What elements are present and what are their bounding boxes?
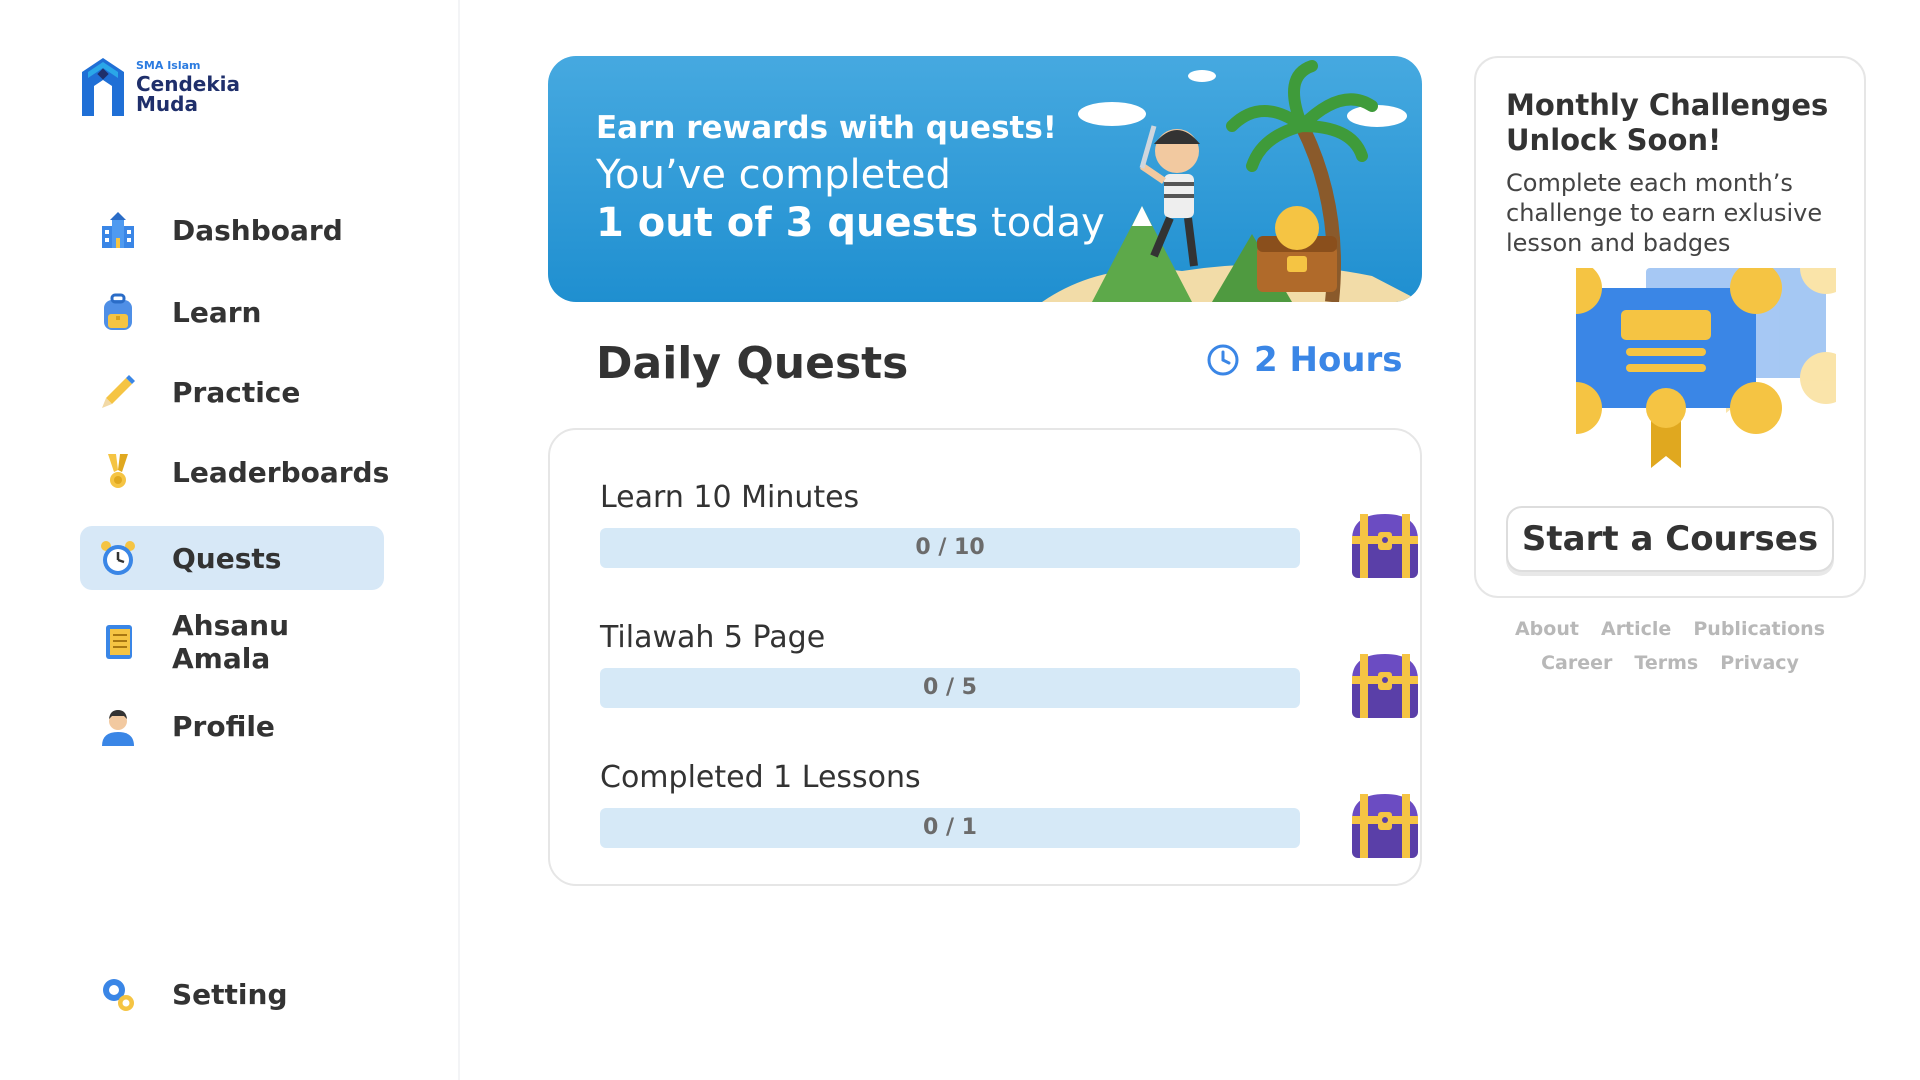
banner-progress-bold: 1 out of 3 quests — [596, 200, 979, 246]
gears-icon — [103, 979, 134, 1011]
alarm-clock-icon — [101, 541, 135, 575]
footer-link-terms[interactable]: Terms — [1634, 652, 1698, 674]
daily-quests-title: Daily Quests — [596, 338, 909, 389]
quest-title: Completed 1 Lessons — [600, 760, 921, 795]
monthly-description: Complete each month’s challenge to earn … — [1506, 169, 1823, 257]
quest-progress-count: 0 / 10 — [915, 535, 985, 560]
logo-icon — [82, 58, 124, 116]
sidebar-item-practice[interactable]: Practice — [80, 360, 384, 424]
footer-link-career[interactable]: Career — [1541, 652, 1612, 674]
footer-link-article[interactable]: Article — [1601, 618, 1671, 640]
sidebar-item-quests[interactable]: Quests — [80, 526, 384, 590]
user-avatar-icon — [102, 710, 134, 746]
sidebar-item-ahsanu-amala[interactable]: Ahsanu Amala — [80, 609, 384, 675]
sidebar-item-label: Profile — [172, 709, 275, 743]
footer-links: About Article Publications Career Terms … — [1474, 612, 1866, 680]
footer-link-privacy[interactable]: Privacy — [1720, 652, 1799, 674]
treasure-chest-icon[interactable] — [1340, 780, 1430, 870]
backpack-icon — [104, 293, 132, 330]
brand-logo[interactable]: SMA Islam Cendekia Muda — [78, 56, 240, 118]
brand-small-text: SMA Islam — [136, 59, 201, 72]
sidebar-item-label: Leaderboards — [172, 455, 390, 489]
sidebar-item-setting[interactable]: Setting — [80, 962, 384, 1026]
sidebar-item-label: Quests — [172, 541, 282, 575]
brand-name-line2: Muda — [136, 92, 198, 116]
sidebar-item-profile[interactable]: Profile — [80, 694, 384, 758]
treasure-chest-icon[interactable] — [1340, 640, 1430, 730]
sidebar-item-label: Setting — [172, 977, 288, 1011]
clock-icon — [1207, 344, 1239, 376]
banner-progress-text: 1 out of 3 quests today — [596, 200, 1105, 246]
start-courses-button[interactable]: Start a Courses — [1506, 506, 1834, 572]
certificate-icon — [1576, 268, 1836, 468]
banner-subheading: You’ve completed — [596, 152, 951, 198]
monthly-title: Monthly Challenges Unlock Soon! — [1506, 88, 1829, 157]
quest-item[interactable]: Tilawah 5 Page 0 / 5 — [600, 620, 1418, 730]
sidebar-item-label: Dashboard — [172, 213, 343, 247]
school-building-icon — [102, 212, 134, 248]
brand-name-line1: Cendekia — [136, 72, 241, 96]
pencil-icon — [102, 375, 135, 408]
sidebar-item-learn[interactable]: Learn — [80, 280, 384, 344]
quest-progress-bar: 0 / 10 — [600, 528, 1300, 568]
quest-progress-count: 0 / 5 — [923, 675, 977, 700]
quest-progress-bar: 0 / 5 — [600, 668, 1300, 708]
quests-banner: Earn rewards with quests! You’ve complet… — [548, 56, 1422, 302]
footer-link-about[interactable]: About — [1515, 618, 1579, 640]
quest-progress-count: 0 / 1 — [923, 815, 977, 840]
notebook-icon — [106, 625, 132, 659]
quests-card: Learn 10 Minutes 0 / 10 Tilawah 5 Page 0… — [548, 428, 1422, 886]
monthly-challenges-card: Monthly Challenges Unlock Soon! Complete… — [1474, 56, 1866, 598]
quest-progress-bar: 0 / 1 — [600, 808, 1300, 848]
quest-timer: 2 Hours — [1206, 340, 1403, 380]
treasure-chest-icon[interactable] — [1340, 500, 1430, 590]
quest-title: Tilawah 5 Page — [600, 620, 826, 655]
footer-link-publications[interactable]: Publications — [1693, 618, 1825, 640]
quest-item[interactable]: Learn 10 Minutes 0 / 10 — [600, 480, 1418, 590]
medal-icon — [108, 454, 128, 488]
sidebar-item-label: Practice — [172, 375, 301, 409]
sidebar: SMA Islam Cendekia Muda Dashboard Learn … — [0, 0, 460, 1080]
banner-heading: Earn rewards with quests! — [596, 110, 1057, 146]
pirate-island-illustration — [1042, 60, 1422, 302]
quest-title: Learn 10 Minutes — [600, 480, 860, 515]
quest-item[interactable]: Completed 1 Lessons 0 / 1 — [600, 760, 1418, 870]
sidebar-item-label: Ahsanu Amala — [172, 609, 290, 675]
timer-label: 2 Hours — [1254, 340, 1403, 380]
sidebar-item-dashboard[interactable]: Dashboard — [80, 198, 384, 262]
sidebar-item-leaderboards[interactable]: Leaderboards — [80, 440, 389, 504]
sidebar-item-label: Learn — [172, 295, 262, 329]
